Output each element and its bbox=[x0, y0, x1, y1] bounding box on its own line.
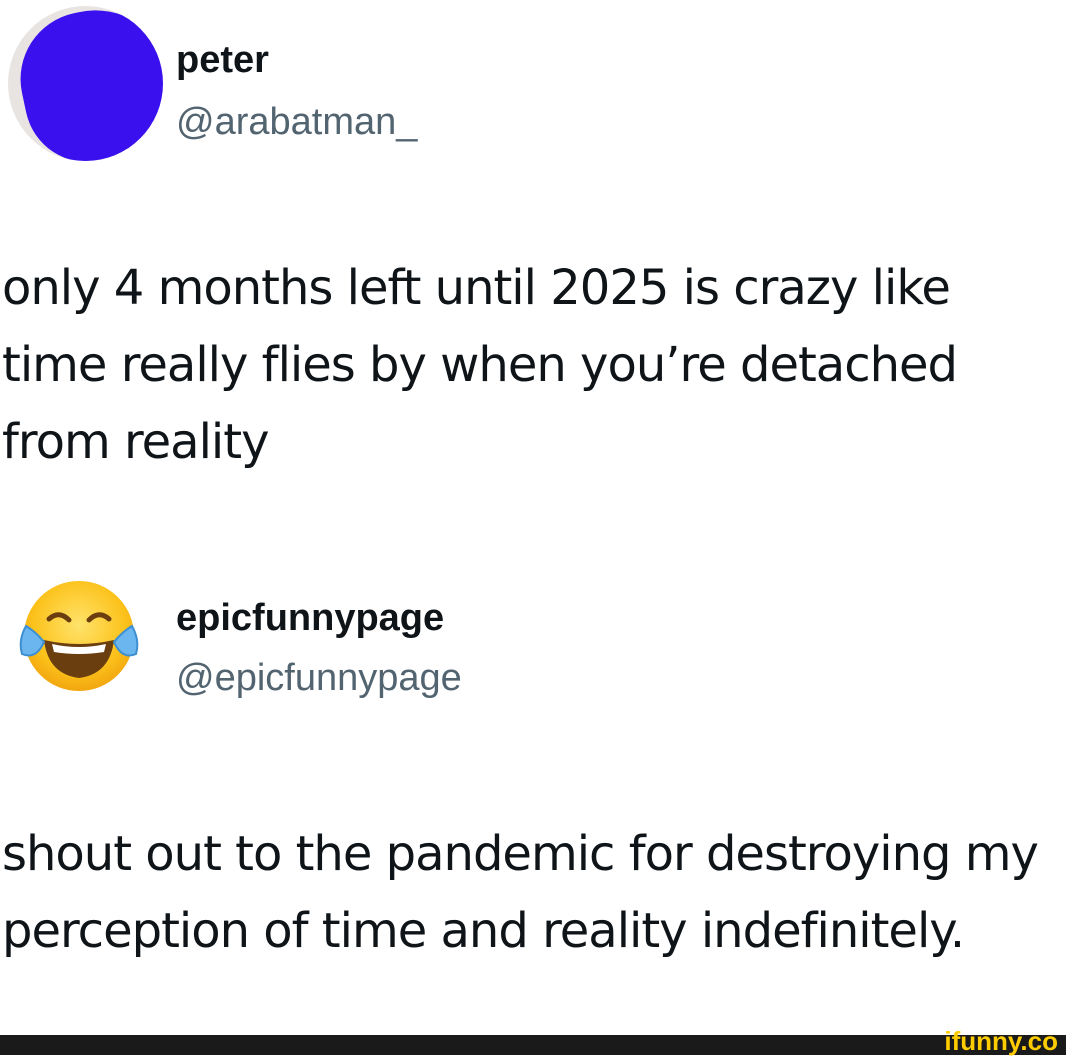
ifunny-watermark: ifunny.co bbox=[944, 1026, 1058, 1056]
tweet-text: shout out to the pandemic for destroying… bbox=[2, 826, 1039, 959]
user-handle[interactable]: @epicfunnypage bbox=[176, 656, 462, 700]
display-name[interactable]: peter bbox=[176, 38, 269, 82]
avatar[interactable] bbox=[14, 574, 144, 704]
display-name[interactable]: epicfunnypage bbox=[176, 596, 444, 640]
avatar[interactable] bbox=[8, 6, 163, 161]
footer-bar bbox=[0, 1035, 1066, 1055]
tweet-text: only 4 months left until 2025 is crazy l… bbox=[2, 260, 958, 470]
face-with-tears-of-joy-icon bbox=[19, 581, 139, 691]
scribbled-out-avatar-icon bbox=[8, 6, 163, 161]
user-handle[interactable]: @arabatman_ bbox=[176, 100, 417, 144]
